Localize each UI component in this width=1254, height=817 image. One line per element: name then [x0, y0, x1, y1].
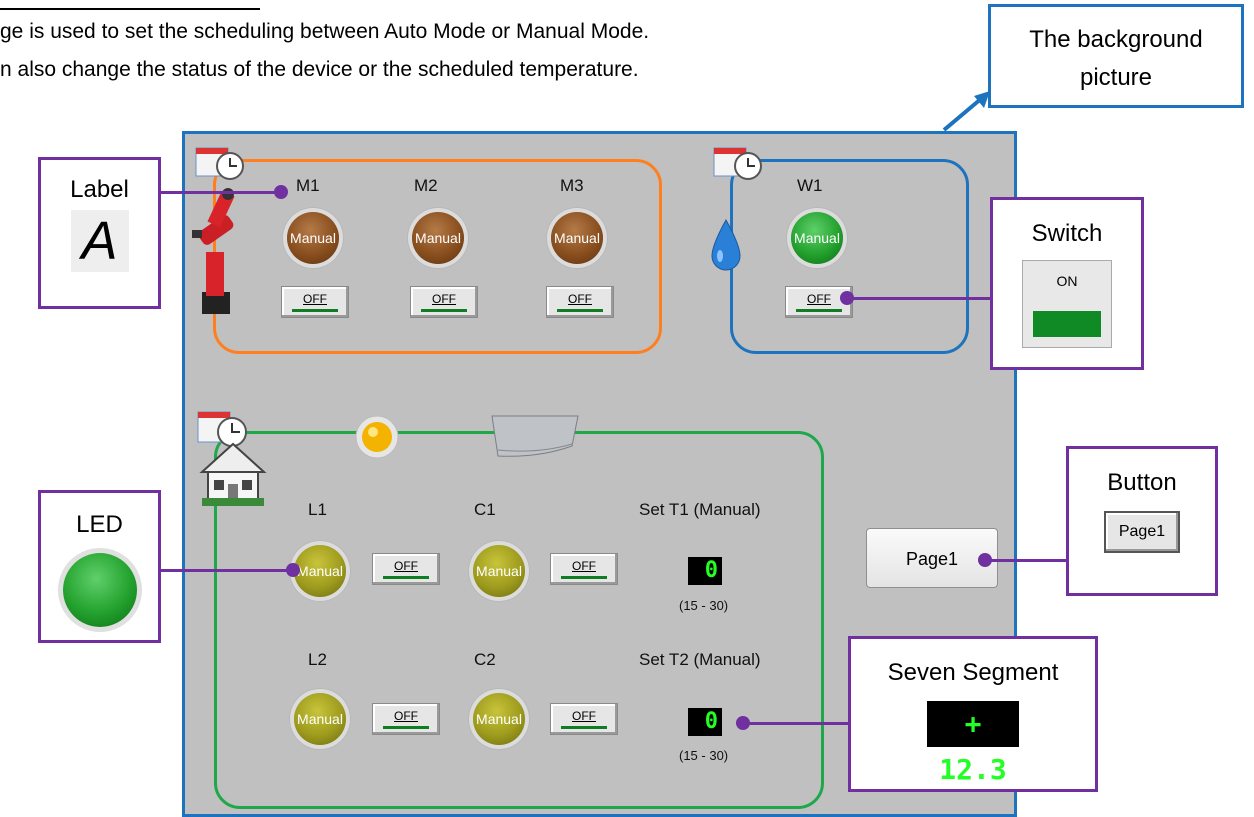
switch-m1[interactable]: OFF	[281, 286, 349, 318]
label-set-t1: Set T1 (Manual)	[639, 500, 761, 519]
label-set-t2: Set T2 (Manual)	[639, 650, 761, 669]
label-connector-dot	[274, 185, 288, 199]
label-w1: W1	[797, 176, 823, 195]
switch-l2[interactable]: OFF	[372, 703, 440, 735]
callout-switch-sample: ON	[1022, 260, 1112, 348]
switch-m2-label: OFF	[432, 292, 456, 306]
button-connector-dot	[978, 553, 992, 567]
seven-segment-connector	[744, 722, 848, 725]
led-m1[interactable]: Manual	[287, 212, 339, 264]
switch-c2[interactable]: OFF	[550, 703, 618, 735]
led-connector-dot	[286, 563, 300, 577]
seven-segment-t1[interactable]: 0	[688, 557, 722, 585]
switch-c1[interactable]: OFF	[550, 553, 618, 585]
callout-led-sample	[62, 553, 137, 627]
label-m1: M1	[296, 176, 320, 195]
label-connector	[160, 191, 281, 194]
switch-m3-label: OFF	[568, 292, 592, 306]
callout-switch-sample-label: ON	[1056, 273, 1078, 289]
callout-seven-segment-title: Seven Segment	[887, 659, 1059, 686]
callout-led-title: LED	[76, 511, 123, 538]
led-m2[interactable]: Manual	[412, 212, 464, 264]
callout-button: Button Page1	[1066, 446, 1218, 596]
label-l1: L1	[308, 500, 327, 519]
led-l1[interactable]: Manual	[294, 545, 346, 597]
switch-connector-dot	[840, 291, 854, 305]
seven-segment-t2[interactable]: 0	[688, 708, 722, 736]
callout-seven-segment: Seven Segment + 12.3	[848, 636, 1098, 792]
callout-label: Label A	[38, 157, 161, 309]
callout-background-text: The background picture	[1029, 26, 1203, 91]
led-l2[interactable]: Manual	[294, 693, 346, 745]
led-w1[interactable]: Manual	[791, 212, 843, 264]
seven-segment-connector-dot	[736, 716, 750, 730]
schedule-icon-water[interactable]	[712, 144, 766, 186]
callout-switch-title: Switch	[1031, 220, 1103, 247]
switch-l1[interactable]: OFF	[372, 553, 440, 585]
callout-seven-segment-sample: + 12.3	[927, 701, 1019, 786]
led-connector	[160, 569, 294, 572]
switch-connector	[848, 297, 990, 300]
led-c1[interactable]: Manual	[473, 545, 525, 597]
water-group	[730, 159, 969, 354]
heading-underline	[0, 8, 260, 10]
label-m2: M2	[414, 176, 438, 195]
intro-line-2: n also change the status of the device o…	[0, 58, 639, 81]
range-t1: (15 - 30)	[679, 598, 729, 613]
switch-l1-label: OFF	[394, 559, 418, 573]
callout-switch-sample-bar	[1033, 311, 1101, 337]
air-conditioner-icon	[491, 415, 579, 457]
switch-c1-label: OFF	[572, 559, 596, 573]
callout-button-title: Button	[1107, 469, 1177, 496]
robot-arm-icon	[192, 188, 235, 314]
button-connector	[986, 559, 1066, 562]
label-l2: L2	[308, 650, 327, 669]
switch-c2-label: OFF	[572, 709, 596, 723]
label-c2: C2	[474, 650, 496, 669]
intro-line-1: ge is used to set the scheduling between…	[0, 20, 650, 43]
callout-led: LED	[38, 490, 161, 643]
schedule-icon-machines[interactable]	[194, 144, 248, 186]
callout-switch: Switch ON	[990, 197, 1144, 370]
callout-button-sample: Page1	[1104, 511, 1180, 553]
label-m3: M3	[560, 176, 584, 195]
switch-m2[interactable]: OFF	[410, 286, 478, 318]
callout-background-picture: The background picture	[988, 4, 1244, 108]
home-group	[214, 431, 824, 809]
callout-label-sample: A	[70, 210, 129, 272]
callout-background-arrow	[942, 91, 990, 132]
switch-l2-label: OFF	[394, 709, 418, 723]
led-c2[interactable]: Manual	[473, 693, 525, 745]
label-c1: C1	[474, 500, 496, 519]
led-m3[interactable]: Manual	[551, 212, 603, 264]
house-icon	[199, 442, 267, 506]
range-t2: (15 - 30)	[679, 748, 729, 763]
switch-m3[interactable]: OFF	[546, 286, 614, 318]
callout-label-title: Label	[70, 176, 129, 203]
switch-m1-label: OFF	[303, 292, 327, 306]
water-drop-icon	[711, 219, 741, 271]
light-bulb-icon	[355, 415, 399, 459]
